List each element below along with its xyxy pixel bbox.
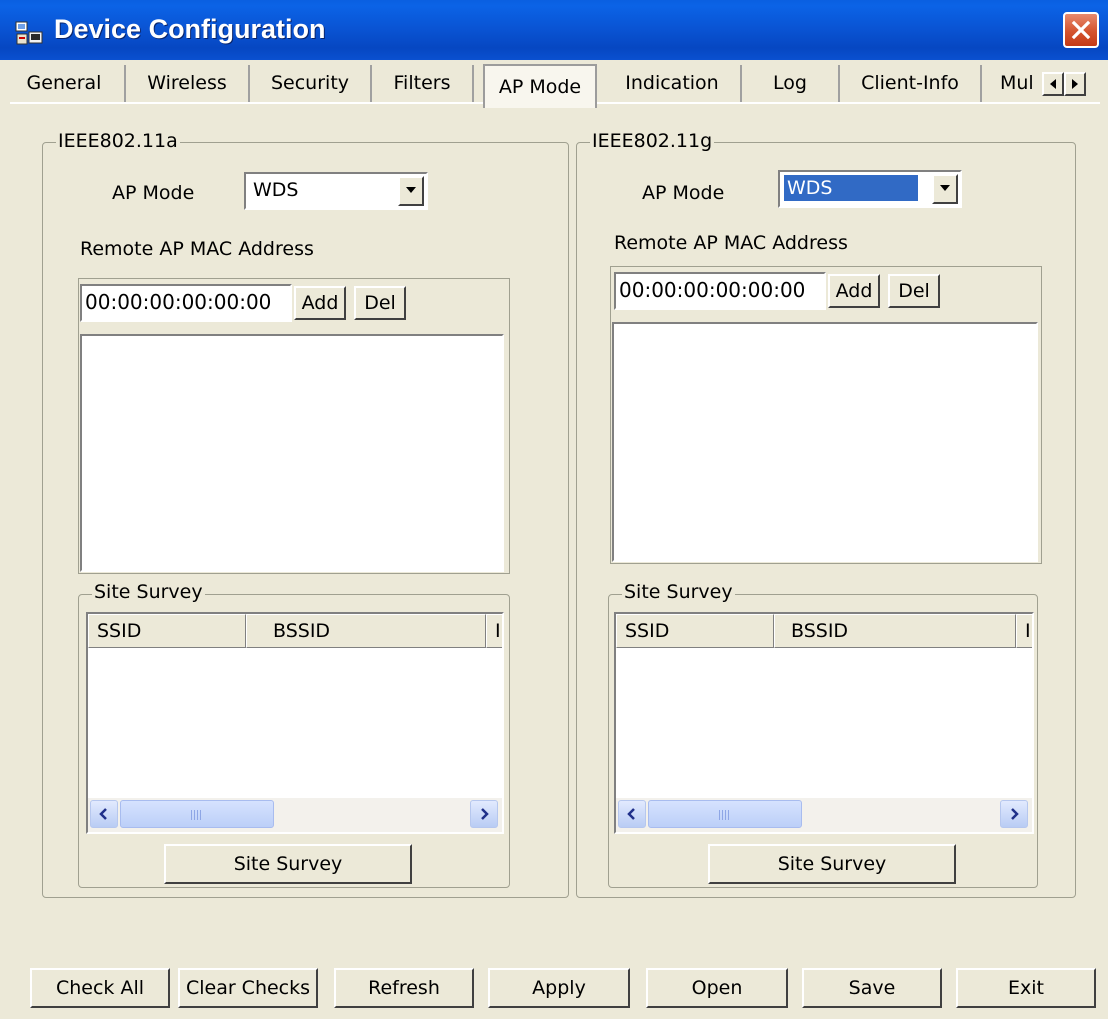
column-header-extra-g[interactable]: I	[1016, 614, 1032, 648]
chevron-down-icon	[406, 187, 416, 193]
column-header-ssid-g[interactable]: SSID	[616, 614, 774, 648]
close-icon	[1071, 20, 1091, 40]
apply-button[interactable]: Apply	[488, 968, 630, 1008]
scroll-right-button-a[interactable]	[470, 800, 498, 828]
del-mac-button-a[interactable]: Del	[354, 286, 406, 320]
scroll-right-button-g[interactable]	[1000, 800, 1028, 828]
add-mac-button-a[interactable]: Add	[294, 286, 346, 320]
arrow-right-icon	[1072, 79, 1078, 89]
tab-security[interactable]: Security	[250, 65, 372, 104]
tab-ap-mode[interactable]: AP Mode	[483, 64, 597, 108]
open-button[interactable]: Open	[646, 968, 788, 1008]
arrow-left-icon	[99, 808, 107, 820]
column-header-ssid-a[interactable]: SSID	[88, 614, 246, 648]
check-all-button[interactable]: Check All	[30, 968, 170, 1008]
column-header-extra-a[interactable]: I	[486, 614, 502, 648]
site-survey-group-label-g: Site Survey	[622, 581, 735, 603]
add-mac-button-g[interactable]: Add	[828, 274, 880, 308]
ap-mode-dropdown-button-g[interactable]	[932, 174, 958, 204]
tab-client-info[interactable]: Client-Info	[840, 65, 982, 104]
ap-mode-label-a: AP Mode	[112, 182, 195, 204]
clear-checks-button[interactable]: Clear Checks	[178, 968, 318, 1008]
mac-address-input-a[interactable]: 00:00:00:00:00:00	[80, 284, 292, 322]
tab-indication[interactable]: Indication	[604, 65, 742, 104]
scroll-thumb-g[interactable]	[648, 800, 802, 828]
ap-mode-select-g[interactable]: WDS	[778, 170, 962, 208]
ieee80211a-group-label: IEEE802.11a	[56, 130, 180, 152]
tab-scroll-left-button[interactable]	[1042, 72, 1064, 96]
ap-mode-label-g: AP Mode	[642, 182, 725, 204]
tab-general[interactable]: General	[4, 65, 126, 104]
ap-mode-dropdown-button-a[interactable]	[398, 176, 424, 206]
site-survey-list-g[interactable]: SSID BSSID I	[614, 612, 1034, 834]
site-survey-group-label-a: Site Survey	[92, 581, 205, 603]
del-mac-button-g[interactable]: Del	[888, 274, 940, 308]
arrow-right-icon	[481, 808, 489, 820]
site-survey-button-a[interactable]: Site Survey	[164, 844, 412, 884]
tab-wireless[interactable]: Wireless	[126, 65, 250, 104]
remote-mac-label-g: Remote AP MAC Address	[614, 232, 848, 254]
horizontal-scrollbar-g[interactable]	[616, 798, 1032, 832]
scroll-left-button-a[interactable]	[90, 800, 118, 828]
site-survey-list-a[interactable]: SSID BSSID I	[86, 612, 504, 834]
close-button[interactable]	[1063, 12, 1099, 48]
tab-strip: General Wireless Security Filters AP Mod…	[0, 60, 1108, 108]
mac-address-list-a[interactable]	[80, 334, 504, 572]
tab-filters[interactable]: Filters	[372, 65, 474, 104]
arrow-right-icon	[1011, 808, 1019, 820]
tab-log[interactable]: Log	[742, 65, 840, 104]
site-survey-button-g[interactable]: Site Survey	[708, 844, 956, 884]
device-configuration-window: Device Configuration General Wireless Se…	[0, 0, 1108, 1019]
arrow-left-icon	[1050, 79, 1056, 89]
chevron-down-icon	[940, 185, 950, 191]
column-header-bssid-g[interactable]: BSSID	[774, 614, 1016, 648]
window-title: Device Configuration	[54, 14, 326, 44]
network-device-icon	[15, 21, 43, 45]
arrow-left-icon	[627, 808, 635, 820]
ieee80211g-group-label: IEEE802.11g	[590, 130, 715, 152]
scroll-left-button-g[interactable]	[618, 800, 646, 828]
mac-address-list-g[interactable]	[612, 322, 1038, 562]
remote-mac-label-a: Remote AP MAC Address	[80, 238, 314, 260]
column-header-bssid-a[interactable]: BSSID	[246, 614, 486, 648]
tab-scroll-right-button[interactable]	[1064, 72, 1086, 96]
tab-mul[interactable]: Mul	[982, 65, 1042, 104]
ap-mode-value-a: WDS	[253, 179, 299, 201]
ap-mode-value-g: WDS	[783, 174, 919, 202]
mac-address-input-g[interactable]: 00:00:00:00:00:00	[614, 272, 826, 310]
exit-button[interactable]: Exit	[956, 968, 1096, 1008]
ap-mode-select-a[interactable]: WDS	[244, 172, 428, 210]
refresh-button[interactable]: Refresh	[334, 968, 474, 1008]
save-button[interactable]: Save	[802, 968, 942, 1008]
title-bar[interactable]: Device Configuration	[0, 0, 1108, 60]
scroll-thumb-a[interactable]	[120, 800, 274, 828]
horizontal-scrollbar-a[interactable]	[88, 798, 502, 832]
